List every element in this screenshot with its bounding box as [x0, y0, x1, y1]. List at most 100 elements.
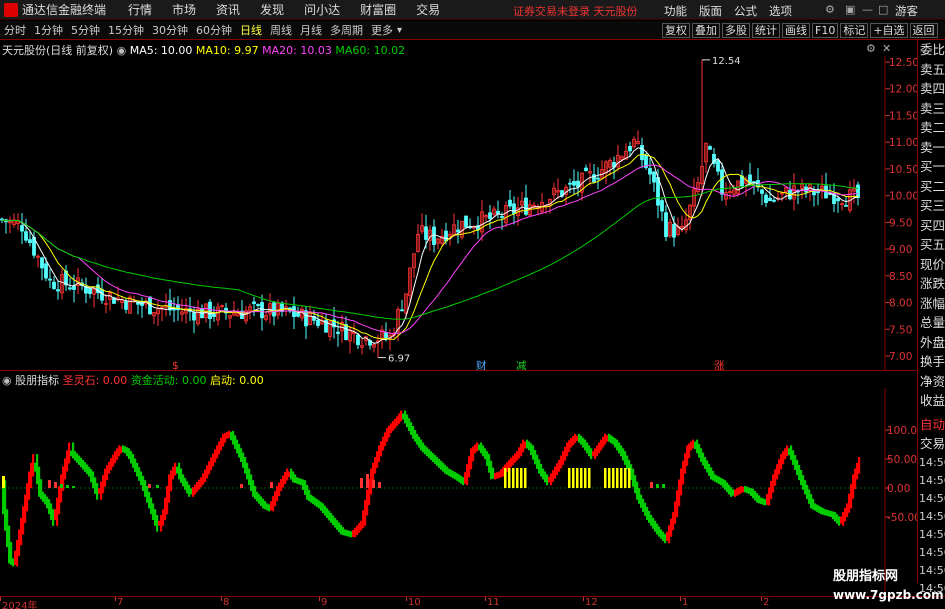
candle-body	[508, 199, 512, 207]
tab-15min[interactable]: 15分钟	[104, 22, 148, 38]
candle-body	[356, 334, 360, 346]
osc-bar	[134, 458, 137, 473]
stick-bar	[270, 482, 273, 488]
menu-item-quotes[interactable]: 行情	[128, 1, 152, 18]
menu-item-news[interactable]: 资讯	[216, 1, 240, 18]
tool-draw-line[interactable]: 画线	[782, 23, 810, 38]
osc-bar	[396, 416, 399, 427]
menu-item-trade[interactable]: 交易	[416, 1, 440, 18]
tab-intraday[interactable]: 分时	[0, 22, 30, 38]
tab-daily[interactable]: 日线	[236, 22, 266, 38]
start-bar	[568, 468, 571, 488]
candle-body	[304, 310, 308, 327]
tool-back[interactable]: 返回	[909, 23, 938, 38]
osc-bar	[136, 462, 139, 477]
minimize-icon[interactable]: —	[862, 3, 873, 16]
price-chart-info: 天元股份(日线 前复权) ◉ MA5: 10.00 MA10: 9.97 MA2…	[2, 42, 405, 57]
watermark: 股朋指标网 www.7gpzb.com	[833, 568, 944, 604]
event-marker[interactable]: $	[172, 360, 179, 370]
skin-icon[interactable]: ▣	[845, 3, 855, 16]
osc-bar	[114, 451, 117, 464]
osc-bar	[702, 452, 705, 466]
menu-item-fortune[interactable]: 财富圈	[360, 1, 396, 18]
candle-body	[816, 190, 820, 194]
osc-bar	[464, 472, 467, 484]
maximize-icon[interactable]: □	[878, 3, 888, 16]
osc-bar	[446, 466, 449, 475]
tab-monthly[interactable]: 月线	[296, 22, 326, 38]
tab-weekly[interactable]: 周线	[266, 22, 296, 38]
trade-button[interactable]: 交易	[918, 434, 945, 454]
menu-item-market[interactable]: 市场	[172, 1, 196, 18]
osc-bar	[704, 457, 707, 469]
menu-layout[interactable]: 版面	[699, 3, 722, 19]
osc-bar	[18, 529, 21, 556]
osc-bar	[578, 433, 581, 443]
menu-options[interactable]: 选项	[769, 3, 792, 19]
osc-bar	[634, 475, 637, 494]
event-marker[interactable]: 财	[476, 359, 487, 370]
candle-body	[456, 229, 460, 233]
date-label: 9	[321, 597, 328, 608]
osc-bar	[36, 454, 39, 485]
tab-more[interactable]: 更多	[367, 22, 397, 38]
osc-bar	[546, 474, 549, 486]
auto-button[interactable]: 自动	[918, 415, 945, 435]
tab-multi-period[interactable]: 多周期	[326, 22, 367, 38]
event-marker[interactable]: 减	[516, 360, 527, 370]
candle-body	[52, 281, 56, 290]
indicator-y-axis: 100.00 50.00 0.00 -50.00	[887, 425, 917, 524]
price-candlestick-chart[interactable]: 12.50 12.00 11.50 11.00 10.50 10.00 9.50 9.00 8.…	[0, 56, 917, 370]
event-marker[interactable]: 涨	[714, 360, 725, 370]
tool-mark[interactable]: 标记	[840, 23, 869, 38]
tool-multi-stock[interactable]: 多股	[722, 23, 750, 38]
osc-bar	[144, 480, 147, 497]
osc-bar	[790, 445, 793, 461]
osc-bar	[178, 462, 181, 480]
candle-body	[648, 168, 652, 175]
menu-item-discover[interactable]: 发现	[260, 1, 284, 18]
settings-icon[interactable]: ⚙	[825, 3, 835, 16]
chevron-down-icon[interactable]: ▾	[397, 25, 402, 36]
tool-add-watchlist[interactable]: +自选	[870, 23, 908, 38]
osc-bar	[50, 503, 53, 520]
osc-bar	[846, 503, 849, 518]
osc-bar	[118, 445, 121, 457]
osc-bar	[14, 550, 17, 565]
tool-statistics[interactable]: 统计	[752, 23, 780, 38]
osc-bar	[694, 441, 697, 449]
tab-60min[interactable]: 60分钟	[192, 22, 236, 38]
side-label: 卖四	[920, 81, 945, 96]
high-marker-label: 12.54	[712, 56, 741, 67]
menu-formula[interactable]: 公式	[734, 3, 757, 19]
chart-close-icon[interactable]: ✕	[882, 42, 891, 55]
date-label: 1	[682, 597, 689, 608]
osc-bar	[576, 435, 579, 441]
guest-user[interactable]: 游客	[895, 3, 918, 19]
tool-overlay[interactable]: 叠加	[692, 23, 720, 38]
chart-settings-icon[interactable]: ⚙	[866, 42, 876, 55]
osc-bar	[174, 462, 177, 476]
osc-bar	[574, 433, 577, 444]
osc-bar	[46, 496, 49, 509]
login-status[interactable]: 证券交易未登录 天元股份	[513, 3, 638, 19]
indicator-name[interactable]: 股朋指标	[15, 374, 59, 387]
candle-body	[260, 302, 264, 319]
osc-bar	[310, 494, 313, 503]
tool-f10[interactable]: F10	[812, 23, 839, 38]
tab-5min[interactable]: 5分钟	[67, 22, 104, 38]
tool-restore-rights[interactable]: 复权	[662, 23, 690, 38]
y-tick-label: 8.00	[889, 298, 912, 310]
menu-item-ask[interactable]: 问小达	[304, 1, 340, 18]
tab-30min[interactable]: 30分钟	[148, 22, 192, 38]
tab-1min[interactable]: 1分钟	[30, 22, 67, 38]
osc-bar	[256, 491, 259, 502]
osc-bar	[436, 457, 439, 466]
indicator-toggle-icon[interactable]: ◉	[0, 374, 12, 387]
candle-body	[56, 289, 60, 292]
osc-bar	[510, 457, 513, 468]
indicator-chart[interactable]: 100.00 50.00 0.00 -50.00	[0, 388, 917, 595]
menu-function[interactable]: 功能	[664, 3, 687, 19]
osc-bar	[66, 450, 69, 472]
osc-bar	[22, 506, 25, 535]
